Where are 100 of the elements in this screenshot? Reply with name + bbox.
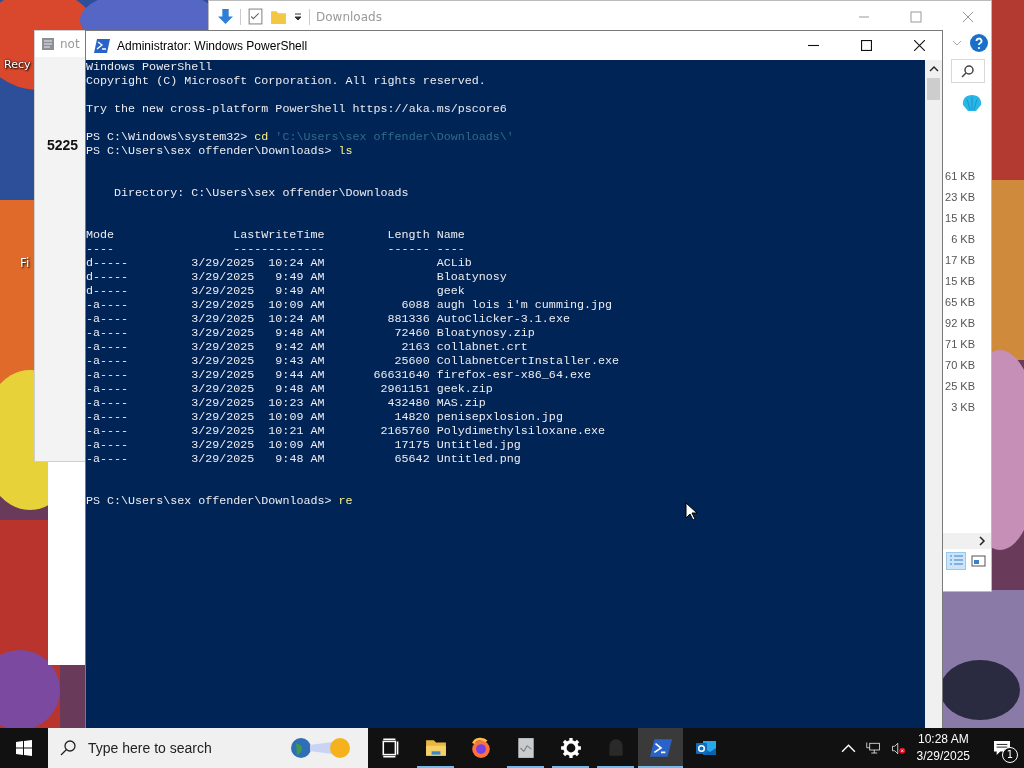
date-cell: 3/29/2025 10:09 AM: [191, 410, 325, 424]
mode-cell: d-----: [86, 256, 129, 270]
console-line: PS C:\Users\sex offender\Downloads> re: [86, 494, 354, 508]
mouse-pointer-icon: [685, 502, 697, 521]
date-cell: 3/29/2025 9:48 AM: [191, 452, 325, 466]
column-header: Length: [387, 228, 430, 242]
clock-time: 10:28 AM: [917, 731, 969, 748]
scrollbar[interactable]: [925, 60, 942, 728]
file-size: 61 KB: [945, 169, 975, 184]
name-cell: Bloatynosy.zip: [436, 326, 535, 340]
counter-text: 5225: [47, 137, 79, 153]
length-cell: 66631640: [373, 368, 430, 382]
mode-cell: -a----: [86, 438, 129, 452]
search-button[interactable]: [951, 59, 985, 83]
header-rule: ----: [86, 242, 115, 256]
mode-cell: d-----: [86, 284, 129, 298]
network-icon[interactable]: [865, 740, 881, 756]
length-cell: 432480: [387, 396, 430, 410]
gear-icon: [559, 737, 582, 759]
clock[interactable]: 10:28 AM 3/29/2025: [916, 731, 970, 765]
date-cell: 3/29/2025 10:23 AM: [191, 396, 325, 410]
date-cell: 3/29/2025 9:43 AM: [191, 354, 325, 368]
header-rule: -------------: [233, 242, 325, 256]
file-size: 6 KB: [951, 232, 975, 247]
search-field[interactable]: Type here to search: [86, 739, 280, 757]
console-line: Copyright (C) Microsoft Corporation. All rights reserved.: [86, 74, 487, 88]
date-cell: 3/29/2025 9:48 AM: [191, 326, 325, 340]
clock-date: 3/29/2025: [916, 748, 970, 765]
scroll-thumb[interactable]: [927, 78, 940, 100]
notepad-icon: [41, 37, 55, 51]
column-header: LastWriteTime: [233, 228, 325, 242]
shell-icon[interactable]: [961, 93, 983, 113]
mode-cell: -a----: [86, 298, 129, 312]
down-arrow-icon[interactable]: [217, 8, 234, 25]
console-line: Directory: C:\Users\sex offender\Downloads: [113, 186, 410, 200]
length-cell: 17175: [394, 438, 430, 452]
date-cell: 3/29/2025 10:24 AM: [191, 256, 325, 270]
notification-badge: 1: [1002, 747, 1018, 763]
name-cell: collabnet.crt: [436, 340, 528, 354]
mode-cell: -a----: [86, 382, 129, 396]
date-cell: 3/29/2025 10:24 AM: [191, 312, 325, 326]
length-cell: 2961151: [380, 382, 430, 396]
length-cell: 2165760: [380, 424, 430, 438]
date-cell: 3/29/2025 9:49 AM: [191, 270, 325, 284]
folder-icon: [424, 737, 447, 759]
date-cell: 3/29/2025 10:09 AM: [191, 298, 325, 312]
date-cell: 3/29/2025 10:09 AM: [191, 438, 325, 452]
date-cell: 3/29/2025 9:49 AM: [191, 284, 325, 298]
length-cell: 881336: [387, 312, 430, 326]
maximize-icon: [860, 40, 872, 51]
file-size: 92 KB: [945, 316, 975, 331]
file-size: 15 KB: [945, 211, 975, 226]
console-line: PS C:\Windows\system32> cd 'C:\Users\sex offender\Downloads\': [86, 130, 515, 144]
file-size: 17 KB: [945, 253, 975, 268]
name-cell: geek: [436, 284, 465, 298]
date-cell: 3/29/2025 9:44 AM: [191, 368, 325, 382]
name-cell: penisepxlosion.jpg: [436, 410, 563, 424]
column-header: Name: [436, 228, 465, 242]
console-line: Windows PowerShell: [86, 60, 214, 74]
thumbnail-view-icon[interactable]: [969, 553, 987, 569]
console-line: PS C:\Users\sex offender\Downloads> ls: [86, 144, 354, 158]
length-cell: 65642: [394, 452, 430, 466]
mode-cell: -a----: [86, 396, 129, 410]
name-cell: firefox-esr-x86_64.exe: [436, 368, 591, 382]
file-size: 65 KB: [945, 295, 975, 310]
date-cell: 3/29/2025 9:48 AM: [191, 382, 325, 396]
volume-muted-icon[interactable]: [890, 740, 906, 756]
scroll-right-icon[interactable]: [978, 536, 986, 546]
mode-cell: -a----: [86, 340, 129, 354]
scroll-up-icon[interactable]: [928, 66, 939, 72]
checklist-icon[interactable]: [247, 8, 264, 25]
mode-cell: -a----: [86, 452, 129, 466]
name-cell: Untitled.jpg: [436, 438, 521, 452]
console-line: Try the new cross-platform PowerShell https://aka.ms/pscore6: [86, 102, 508, 116]
length-cell: 6088: [401, 298, 430, 312]
browser-icon: [469, 737, 492, 759]
length-cell: 14820: [394, 410, 430, 424]
search-box[interactable]: Type here to search: [48, 728, 368, 768]
desktop-icon-label[interactable]: Fi: [20, 256, 30, 270]
name-cell: ACLib: [436, 256, 472, 270]
file-size: 70 KB: [945, 358, 975, 373]
file-size: 71 KB: [945, 337, 975, 352]
help-icon[interactable]: [970, 34, 988, 52]
dropdown-icon[interactable]: [293, 11, 303, 22]
name-cell: geek.zip: [436, 382, 493, 396]
mode-cell: -a----: [86, 368, 129, 382]
header-rule: ------: [387, 242, 430, 256]
close-icon: [913, 40, 925, 51]
mode-cell: d-----: [86, 270, 129, 284]
desktop-icon-label[interactable]: Recy: [4, 58, 31, 71]
length-cell: 2163: [401, 340, 430, 354]
window-title: Downloads: [316, 9, 382, 24]
search-icon: [60, 740, 76, 756]
window-title: not: [60, 37, 80, 51]
length-cell: 25600: [394, 354, 430, 368]
date-cell: 3/29/2025 10:21 AM: [191, 424, 325, 438]
mode-cell: -a----: [86, 312, 129, 326]
window-title: Administrator: Windows PowerShell: [117, 38, 308, 53]
windows-logo-icon: [16, 740, 32, 756]
name-cell: augh lois i'm cumming.jpg: [436, 298, 612, 312]
